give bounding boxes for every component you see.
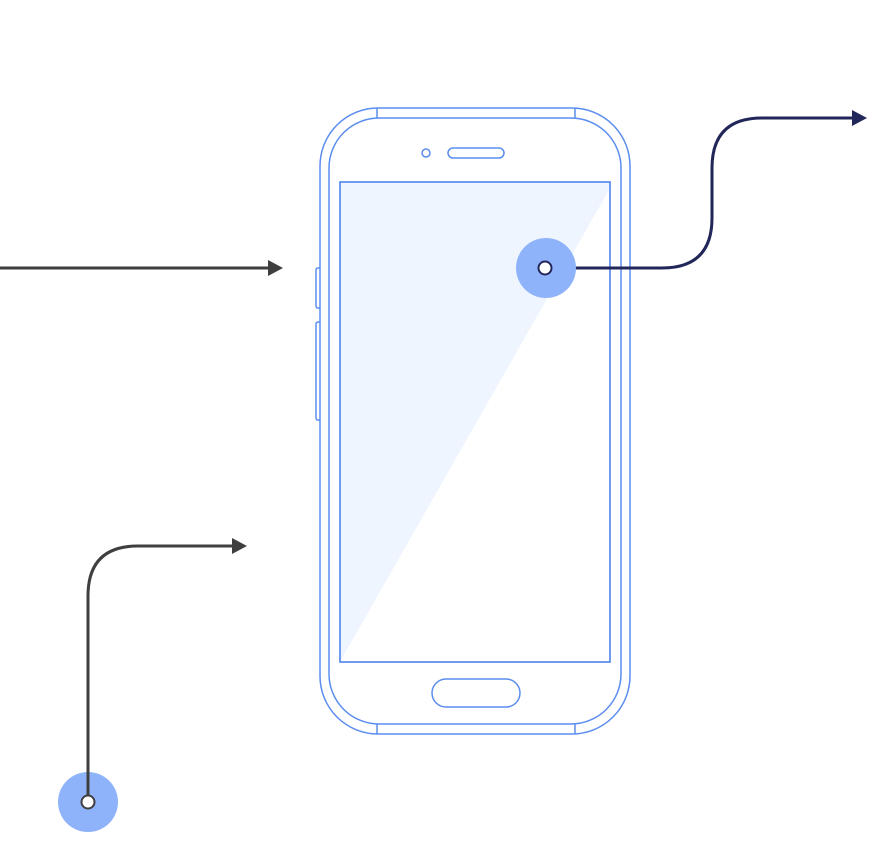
arrow-right-icon bbox=[232, 538, 247, 554]
smartphone-icon bbox=[315, 107, 631, 735]
bottom-left-arrow bbox=[80, 538, 247, 810]
front-camera-icon bbox=[421, 148, 431, 158]
diagram-canvas bbox=[0, 0, 870, 842]
touch-point-dot bbox=[80, 794, 96, 810]
diagram-svg bbox=[0, 107, 867, 832]
home-button bbox=[431, 678, 521, 708]
arrow-right-icon bbox=[268, 260, 283, 276]
left-arrow bbox=[0, 260, 283, 276]
arrow-right-icon bbox=[852, 110, 867, 126]
speaker-grille bbox=[447, 147, 505, 159]
touch-point-dot bbox=[537, 260, 553, 276]
screen-touch-point bbox=[516, 238, 576, 298]
